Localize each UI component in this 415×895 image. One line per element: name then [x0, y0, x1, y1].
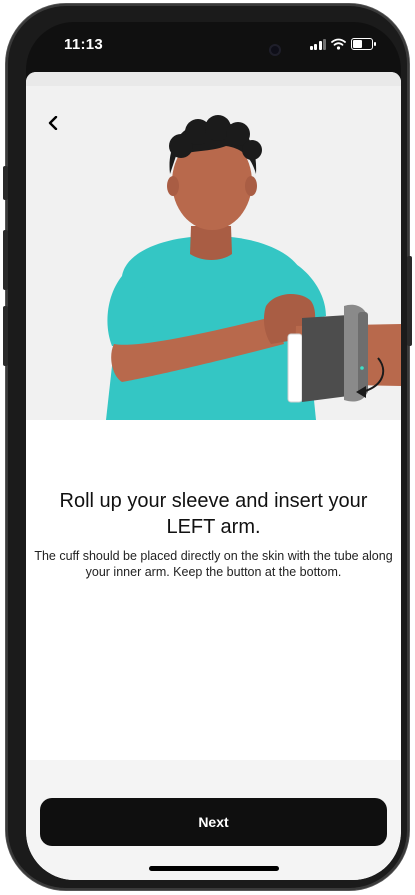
- home-indicator[interactable]: [149, 866, 279, 871]
- instruction-content: Roll up your sleeve and insert your LEFT…: [26, 420, 401, 750]
- status-icons: [309, 38, 376, 50]
- app-screen: Roll up your sleeve and insert your LEFT…: [26, 72, 401, 880]
- battery-icon: [351, 38, 376, 50]
- front-camera: [269, 44, 281, 56]
- volume-down-button: [3, 306, 8, 366]
- next-button[interactable]: Next: [40, 798, 387, 846]
- illustration-area: [26, 86, 401, 420]
- back-button[interactable]: [40, 110, 66, 136]
- power-button: [407, 256, 412, 346]
- status-bar: 11:13: [26, 22, 401, 68]
- signal-icon: [309, 38, 326, 50]
- sheet-top-strip: [26, 72, 401, 86]
- volume-up-button: [3, 230, 8, 290]
- instruction-body: The cuff should be placed directly on th…: [34, 549, 393, 579]
- status-time: 11:13: [64, 36, 104, 53]
- chevron-left-icon: [48, 116, 58, 130]
- phone-screen: 11:13 Roll up your sleeve and insert you…: [26, 22, 401, 880]
- instruction-title: Roll up your sleeve and insert your LEFT…: [59, 490, 368, 538]
- wifi-icon: [331, 38, 346, 50]
- person-inserting-arm-into-cuff-illustration: [106, 115, 401, 420]
- action-button: [3, 166, 8, 200]
- phone-frame: 11:13 Roll up your sleeve and insert you…: [3, 4, 412, 890]
- footer: Next: [26, 760, 401, 880]
